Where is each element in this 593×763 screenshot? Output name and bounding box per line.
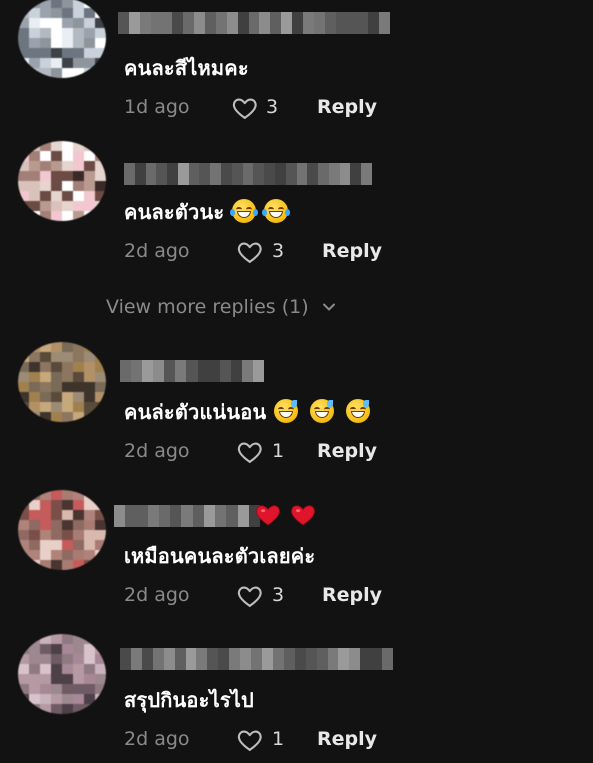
red-heart-emoji [291, 505, 315, 526]
heart-outline-icon[interactable] [230, 94, 260, 122]
username-redacted[interactable] [120, 360, 264, 382]
face-with-tears-of-joy-emoji [262, 199, 291, 223]
heart-outline-icon[interactable] [235, 238, 265, 266]
avatar[interactable] [18, 0, 106, 78]
comment-text: คนละตัวนะ [124, 196, 291, 228]
grinning-face-with-sweat-emoji [346, 399, 371, 423]
avatar[interactable] [18, 634, 106, 714]
reply-button[interactable]: Reply [322, 240, 382, 262]
comments-panel: คนละสีไหมคะ 1d ago 3 Reply คนละตัวนะ 2d … [0, 0, 593, 763]
avatar[interactable] [18, 342, 106, 422]
reply-button[interactable]: Reply [317, 440, 377, 462]
timestamp: 2d ago [124, 440, 190, 462]
timestamp: 2d ago [124, 728, 190, 750]
comment-text-content: คนละสีไหมคะ [124, 56, 249, 80]
view-more-label: View more replies (1) [106, 296, 309, 318]
comment-text-content: คนละตัวนะ [124, 200, 225, 224]
username-redacted[interactable] [120, 648, 393, 670]
reply-button[interactable]: Reply [322, 584, 382, 606]
face-with-tears-of-joy-emoji [230, 199, 259, 223]
comment-text-content: สรุปกินอะไรไป [124, 688, 254, 712]
chevron-down-icon [322, 303, 335, 311]
comment-text: เหมือนคนละตัวเลยค่ะ [124, 540, 315, 572]
comment-text-content: คนล่ะตัวแน่นอน [124, 400, 267, 424]
like-count: 1 [272, 440, 285, 462]
avatar[interactable] [18, 490, 106, 570]
comment-text: สรุปกินอะไรไป [124, 684, 254, 716]
comment-text-content: เหมือนคนละตัวเลยค่ะ [124, 544, 316, 568]
reply-button[interactable]: Reply [317, 728, 377, 750]
red-heart-emoji [256, 505, 280, 526]
view-more-replies-button[interactable]: View more replies (1) [106, 296, 337, 318]
comment-text: คนล่ะตัวแน่นอน [124, 396, 371, 428]
username-redacted[interactable] [114, 505, 260, 527]
heart-outline-icon[interactable] [235, 582, 265, 610]
timestamp: 1d ago [124, 96, 190, 118]
timestamp: 2d ago [124, 240, 190, 262]
reply-button[interactable]: Reply [317, 96, 377, 118]
comment-text: คนละสีไหมคะ [124, 52, 249, 84]
timestamp: 2d ago [124, 584, 190, 606]
heart-outline-icon[interactable] [235, 726, 265, 754]
username-redacted[interactable] [118, 12, 390, 34]
username-redacted[interactable] [124, 163, 372, 185]
like-count: 3 [272, 584, 285, 606]
like-count: 3 [272, 240, 285, 262]
avatar[interactable] [18, 141, 106, 221]
heart-outline-icon[interactable] [235, 438, 265, 466]
grinning-face-with-sweat-emoji [310, 399, 335, 423]
like-count: 3 [266, 96, 279, 118]
grinning-face-with-sweat-emoji [274, 399, 299, 423]
like-count: 1 [272, 728, 285, 750]
